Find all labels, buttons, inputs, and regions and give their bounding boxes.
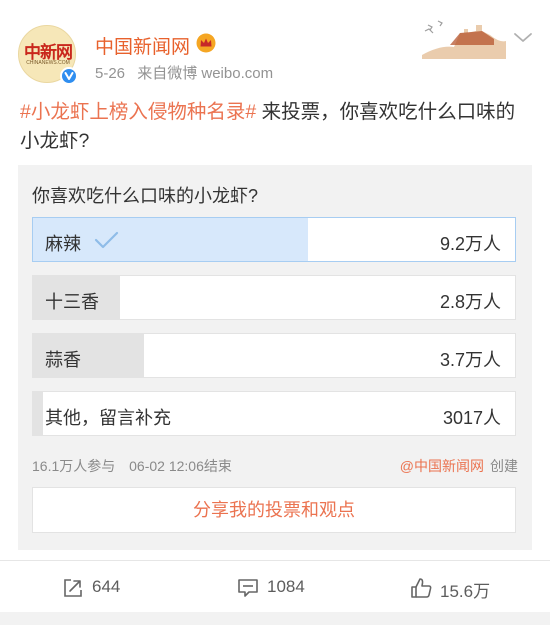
comment-count: 1084: [267, 577, 305, 596]
repost-count: 644: [92, 577, 121, 596]
great-wall-banner-icon: [422, 20, 506, 59]
repost-icon: [64, 579, 82, 597]
username-link[interactable]: 中国新闻网: [95, 32, 190, 59]
like-count: 15.6万: [440, 582, 491, 601]
poll-option[interactable]: 其他，留言补充 3017人: [32, 391, 516, 436]
chevron-down-icon[interactable]: [512, 30, 534, 46]
poll-option[interactable]: 麻辣 9.2万人: [32, 217, 516, 262]
poll-option-count: 9.2万人: [439, 234, 501, 254]
poll-question: 你喜欢吃什么口味的小龙虾?: [32, 186, 259, 206]
avatar[interactable]: 中新网 CHINANEWS.COM: [18, 25, 78, 85]
weibo-post: 中新网 CHINANEWS.COM 中国新闻网 5-26 来自微博 weibo.…: [0, 0, 550, 625]
post-date: 5-26: [95, 65, 126, 82]
like-icon: [411, 578, 432, 598]
poll-creator-link[interactable]: @中国新闻网: [400, 458, 484, 474]
poll-option-count: 3.7万人: [439, 350, 501, 370]
poll-card: 你喜欢吃什么口味的小龙虾? 麻辣 9.2万人 十三香 2.8万人 蒜香 3.7万…: [18, 165, 532, 550]
poll-option-bar: [33, 392, 43, 435]
poll-option-label: 麻辣: [45, 234, 81, 254]
poll-option-label: 其他，留言补充: [45, 408, 171, 428]
post-body: #小龙虾上榜入侵物种名录# 来投票，你喜欢吃什么口味的小龙虾?: [20, 98, 532, 156]
divider: [0, 560, 550, 561]
feed-separator: [0, 612, 550, 625]
poll-creator-info: @中国新闻网 创建: [400, 456, 518, 476]
poll-option-count: 2.8万人: [439, 292, 501, 312]
poll-creator-suffix: 创建: [490, 458, 518, 474]
poll-participants: 16.1万人参与: [32, 458, 116, 474]
poll-end-time: 06-02 12:06结束: [129, 458, 232, 474]
poll-option[interactable]: 蒜香 3.7万人: [32, 333, 516, 378]
crown-badge-icon: [196, 33, 216, 53]
post-meta: 5-26 来自微博 weibo.com: [95, 62, 281, 83]
share-vote-button[interactable]: 分享我的投票和观点: [32, 487, 516, 533]
comment-icon: [238, 579, 258, 597]
post-source[interactable]: 来自微博 weibo.com: [137, 65, 273, 82]
poll-option-label: 十三香: [45, 292, 99, 312]
avatar-logo-subtext: CHINANEWS.COM: [26, 60, 70, 66]
poll-option-label: 蒜香: [45, 350, 81, 370]
hashtag-link[interactable]: #小龙虾上榜入侵物种名录#: [20, 101, 256, 123]
poll-option[interactable]: 十三香 2.8万人: [32, 275, 516, 320]
checkmark-icon: [94, 231, 119, 249]
verified-icon: [60, 67, 78, 85]
poll-stats: 16.1万人参与 06-02 12:06结束: [32, 456, 242, 476]
poll-option-count: 3017人: [442, 408, 501, 428]
